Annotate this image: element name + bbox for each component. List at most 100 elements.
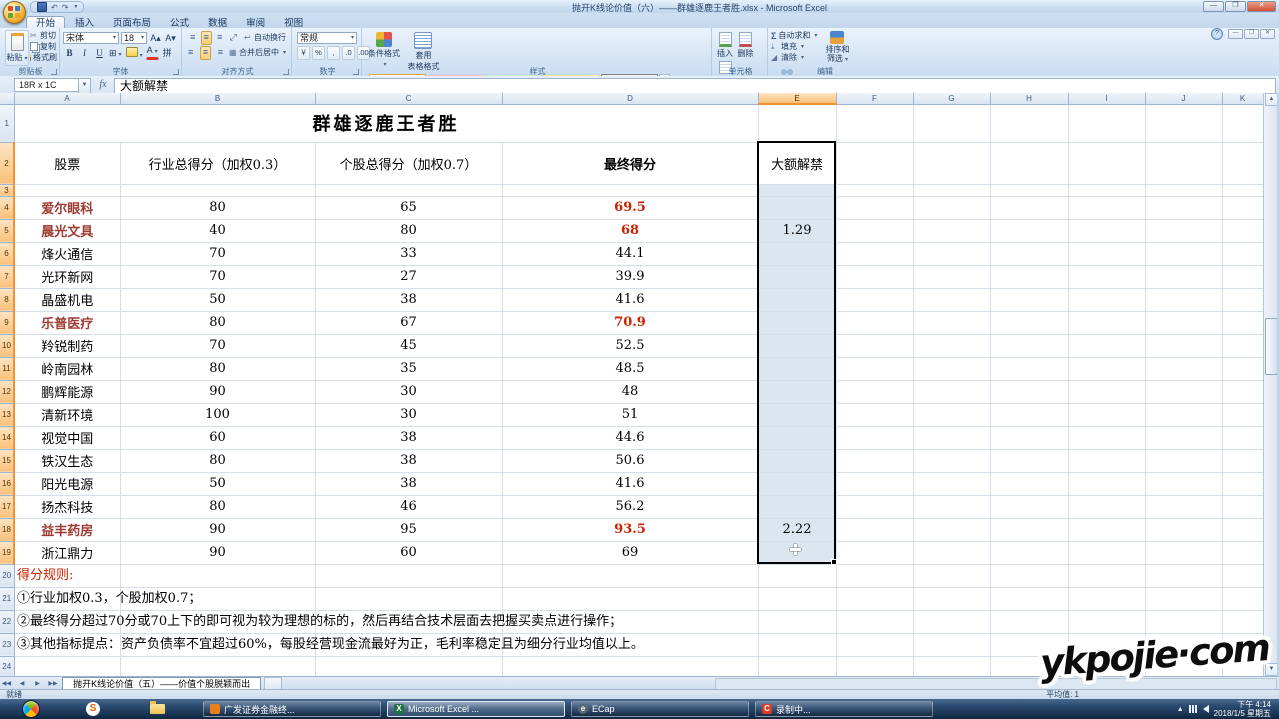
cell[interactable]: [913, 633, 990, 656]
cell[interactable]: [758, 656, 836, 676]
cell[interactable]: 41.6: [502, 472, 758, 495]
column-header-H[interactable]: H: [990, 93, 1068, 104]
cell[interactable]: [836, 142, 913, 184]
cell[interactable]: [990, 610, 1068, 633]
cell[interactable]: [836, 403, 913, 426]
sheet-title-cell[interactable]: 群雄逐鹿王者胜: [14, 104, 758, 142]
row-header[interactable]: 21: [0, 587, 14, 610]
cell[interactable]: [758, 403, 836, 426]
cell[interactable]: 扬杰科技: [14, 495, 120, 518]
cell[interactable]: 70.9: [502, 311, 758, 334]
cell[interactable]: [758, 242, 836, 265]
cell[interactable]: [1145, 518, 1222, 541]
cell[interactable]: [315, 633, 502, 656]
cell[interactable]: [913, 184, 990, 196]
clipboard-dialog-launcher[interactable]: [51, 69, 57, 75]
italic-icon[interactable]: I: [78, 46, 91, 60]
cell[interactable]: [1222, 449, 1263, 472]
copy-button[interactable]: 复制: [30, 41, 57, 52]
cell[interactable]: [990, 541, 1068, 564]
autosum-button[interactable]: Σ自动求和▾: [771, 30, 817, 41]
cell[interactable]: [1068, 357, 1145, 380]
cell[interactable]: [1222, 426, 1263, 449]
help-icon[interactable]: ?: [1211, 28, 1223, 40]
cell[interactable]: 38: [315, 472, 502, 495]
cell[interactable]: [758, 541, 836, 564]
cell[interactable]: [14, 564, 120, 587]
cell[interactable]: 2.22: [758, 518, 836, 541]
cell[interactable]: [913, 219, 990, 242]
increase-decimal-icon[interactable]: .0: [342, 46, 355, 60]
row-header[interactable]: 5: [0, 219, 14, 242]
cell[interactable]: [14, 633, 120, 656]
cell[interactable]: [990, 380, 1068, 403]
align-left-icon[interactable]: ≡: [187, 46, 198, 60]
cell[interactable]: [990, 656, 1068, 676]
cell[interactable]: [836, 219, 913, 242]
cell[interactable]: [990, 219, 1068, 242]
cell[interactable]: [1068, 265, 1145, 288]
cell[interactable]: 38: [315, 426, 502, 449]
cell[interactable]: 56.2: [502, 495, 758, 518]
cell[interactable]: 益丰药房: [14, 518, 120, 541]
cell[interactable]: [1068, 426, 1145, 449]
cell[interactable]: [913, 334, 990, 357]
cell[interactable]: 93.5: [502, 518, 758, 541]
cell[interactable]: 45: [315, 334, 502, 357]
cell[interactable]: [14, 656, 120, 676]
cell[interactable]: [836, 449, 913, 472]
taskbar-button-rec[interactable]: 录制中...: [755, 701, 933, 717]
cell[interactable]: [836, 633, 913, 656]
cell[interactable]: [1068, 219, 1145, 242]
cell[interactable]: 50.6: [502, 449, 758, 472]
row-header[interactable]: 14: [0, 426, 14, 449]
cut-button[interactable]: ✂剪切: [30, 30, 57, 41]
cell[interactable]: 40: [120, 219, 315, 242]
row-header[interactable]: 11: [0, 357, 14, 380]
cell[interactable]: 最终得分: [502, 142, 758, 184]
taskbar-button-ecap[interactable]: ECap: [571, 701, 749, 717]
cell[interactable]: [836, 518, 913, 541]
cell[interactable]: 39.9: [502, 265, 758, 288]
cell[interactable]: 70: [120, 242, 315, 265]
cell[interactable]: 48.5: [502, 357, 758, 380]
cell[interactable]: [1068, 495, 1145, 518]
cell[interactable]: [990, 311, 1068, 334]
row-header[interactable]: 8: [0, 288, 14, 311]
row-header[interactable]: 17: [0, 495, 14, 518]
cell[interactable]: [1145, 184, 1222, 196]
cell[interactable]: [913, 472, 990, 495]
cell[interactable]: [1068, 449, 1145, 472]
cell[interactable]: [758, 564, 836, 587]
cell[interactable]: [1068, 380, 1145, 403]
cell[interactable]: [120, 610, 315, 633]
cell[interactable]: [502, 184, 758, 196]
name-box[interactable]: 18R x 1C: [14, 78, 82, 92]
cell[interactable]: 个股总得分（加权0.7）: [315, 142, 502, 184]
cell[interactable]: [836, 357, 913, 380]
cell[interactable]: [758, 265, 836, 288]
save-icon[interactable]: [37, 2, 47, 12]
orientation-icon[interactable]: ⤢: [228, 31, 240, 45]
cell[interactable]: 50: [120, 472, 315, 495]
cell[interactable]: [120, 633, 315, 656]
cell[interactable]: [1145, 656, 1222, 676]
row-header[interactable]: 4: [0, 196, 14, 219]
cell[interactable]: [1222, 633, 1263, 656]
cell[interactable]: [1145, 242, 1222, 265]
cell[interactable]: [758, 288, 836, 311]
row-header[interactable]: 3: [0, 184, 14, 196]
row-header[interactable]: 19: [0, 541, 14, 564]
taskbar-button-excel[interactable]: Microsoft Excel ...: [387, 701, 565, 717]
row-header[interactable]: 12: [0, 380, 14, 403]
cell[interactable]: 光环新网: [14, 265, 120, 288]
column-header-A[interactable]: A: [14, 93, 120, 104]
cell[interactable]: 爱尔眼科: [14, 196, 120, 219]
maximize-button[interactable]: ❐: [1225, 1, 1246, 12]
cell[interactable]: [1068, 541, 1145, 564]
cell[interactable]: 41.6: [502, 288, 758, 311]
row-header[interactable]: 1: [0, 104, 14, 142]
cell[interactable]: 65: [315, 196, 502, 219]
sort-filter-button[interactable]: 排序和筛选▾: [821, 30, 853, 65]
phonetic-guide-icon[interactable]: 拼: [161, 46, 174, 60]
